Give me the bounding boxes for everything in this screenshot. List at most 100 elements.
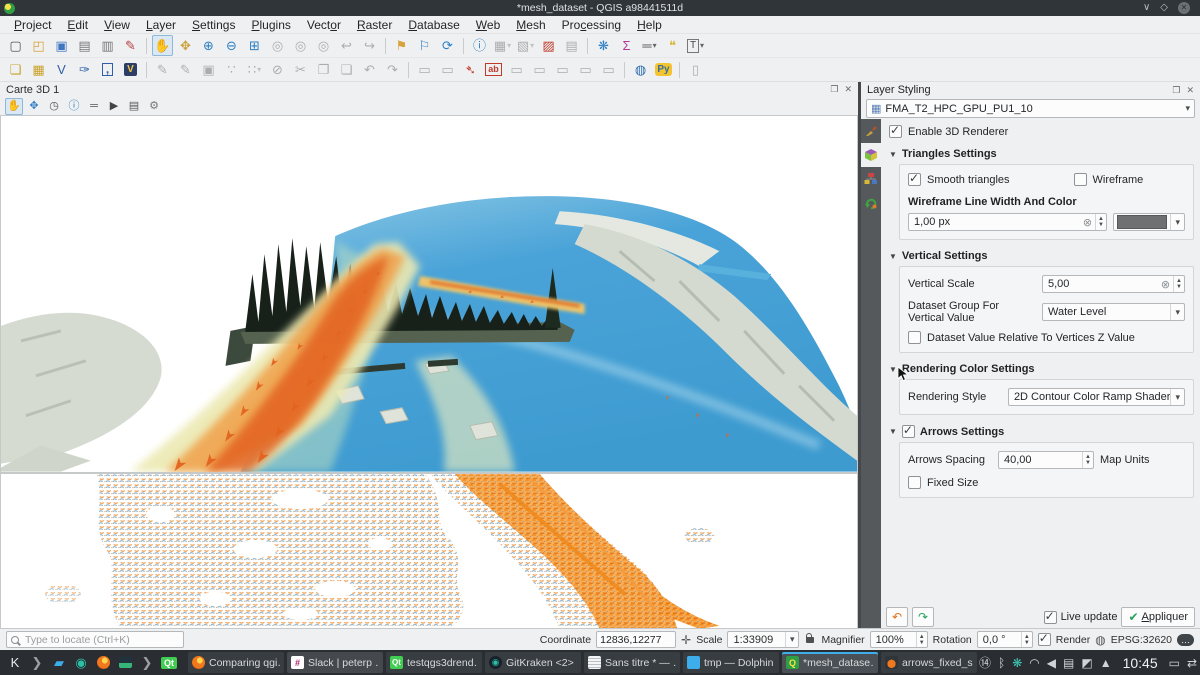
menu-web[interactable]: Web bbox=[468, 18, 508, 32]
pan-map-button[interactable]: ✋ bbox=[152, 35, 173, 56]
camera-control-button[interactable]: ✋ bbox=[5, 98, 23, 115]
apply-button[interactable]: ✔ Appliquer bbox=[1121, 607, 1195, 627]
2d-map-canvas[interactable] bbox=[0, 473, 858, 630]
identify-features-button[interactable]: ⓘ bbox=[469, 35, 490, 56]
magnifier-spinbox[interactable]: 100% ▲▼ bbox=[870, 631, 928, 648]
add-delimited-text-button[interactable]: , bbox=[97, 59, 118, 80]
vertical-settings-header[interactable]: ▼ Vertical Settings bbox=[889, 250, 1194, 262]
tray-wifi[interactable]: ◠ bbox=[1029, 656, 1039, 670]
qt-launcher[interactable]: Qt bbox=[158, 652, 180, 673]
panel-chevron-2[interactable]: ❯ bbox=[136, 652, 158, 673]
spin-buttons[interactable]: ▲▼ bbox=[1021, 632, 1032, 647]
task-slack[interactable]: #Slack | peterp … bbox=[287, 652, 383, 673]
measure-3d-button[interactable]: ═ bbox=[85, 98, 103, 115]
show-bookmarks-button[interactable]: ⚐ bbox=[414, 35, 435, 56]
text-annotation-button[interactable]: T▾ bbox=[685, 35, 706, 56]
menu-view[interactable]: View bbox=[96, 18, 138, 32]
kde-menu[interactable]: K bbox=[4, 652, 26, 673]
tray-color-picker[interactable]: ❋ bbox=[1012, 656, 1022, 670]
rendering-style-combo[interactable]: 2D Contour Color Ramp Shader ▾ bbox=[1008, 388, 1185, 406]
zoom-full-button[interactable]: ⊞ bbox=[244, 35, 265, 56]
menu-project[interactable]: Project bbox=[6, 18, 59, 32]
wireframe-checkbox[interactable] bbox=[1074, 173, 1087, 186]
undo-style-button[interactable]: ↶ bbox=[886, 607, 908, 627]
task-firefox[interactable]: Comparing qgi… bbox=[188, 652, 284, 673]
relative-z-checkbox[interactable] bbox=[908, 331, 921, 344]
tray-volume[interactable]: ◀ bbox=[1047, 656, 1056, 670]
extents-icon[interactable]: ✛ bbox=[681, 633, 691, 647]
close-panel-icon[interactable]: ✕ bbox=[844, 84, 852, 95]
locator-bar[interactable] bbox=[6, 631, 184, 648]
arrows-settings-header[interactable]: ▼ Arrows Settings bbox=[889, 425, 1194, 438]
spin-buttons[interactable]: ▲▼ bbox=[1173, 276, 1184, 292]
python-console-button[interactable]: Py bbox=[653, 59, 674, 80]
minimize-icon[interactable]: ∨ bbox=[1143, 2, 1150, 14]
project-new-button[interactable]: ▢ bbox=[5, 35, 26, 56]
menu-mesh[interactable]: Mesh bbox=[508, 18, 553, 32]
layout-manager-button[interactable]: ▥ bbox=[97, 35, 118, 56]
tab-history[interactable] bbox=[861, 191, 881, 215]
locate-input[interactable] bbox=[23, 633, 179, 647]
highlight-pinned-labels-button[interactable]: ➴ bbox=[460, 59, 481, 80]
layer-select-combo[interactable]: ▦ FMA_T2_HPC_GPU_PU1_10 ▾ bbox=[866, 99, 1195, 118]
chevron-down-icon[interactable]: ▾ bbox=[1170, 214, 1184, 230]
menu-layer[interactable]: Layer bbox=[138, 18, 184, 32]
menu-raster[interactable]: Raster bbox=[349, 18, 400, 32]
wireframe-width-spinbox[interactable]: 1,00 px ⊗ ▲▼ bbox=[908, 213, 1107, 231]
scale-combo[interactable]: 1:33909 ▾ bbox=[727, 631, 799, 648]
project-open-button[interactable]: ◰ bbox=[28, 35, 49, 56]
animation-button[interactable]: ◷ bbox=[45, 98, 63, 115]
system-monitor-launcher[interactable] bbox=[114, 652, 136, 673]
virtual-desktop-icon[interactable]: ▭ bbox=[1169, 656, 1180, 670]
float-panel-icon[interactable]: ❐ bbox=[830, 84, 838, 95]
tray-expand[interactable]: ▲ bbox=[1100, 656, 1112, 670]
refresh-map-button[interactable]: ⟳ bbox=[437, 35, 458, 56]
gitkraken-launcher[interactable]: ◉ bbox=[70, 652, 92, 673]
menu-vector[interactable]: Vector bbox=[299, 18, 349, 32]
arrows-settings-checkbox[interactable] bbox=[902, 425, 915, 438]
task-qtapp[interactable]: Qttestqgs3drend… bbox=[386, 652, 482, 673]
show-hidden-labels-button[interactable]: ab bbox=[483, 59, 504, 80]
spin-buttons[interactable]: ▲▼ bbox=[1095, 214, 1106, 230]
play-animation-button[interactable]: ▶ bbox=[105, 98, 123, 115]
messages-icon[interactable]: … bbox=[1177, 634, 1194, 646]
rotation-spinbox[interactable]: 0,0 ° ▲▼ bbox=[977, 631, 1033, 648]
tray-clipboard[interactable]: ▤ bbox=[1063, 656, 1074, 670]
spin-buttons[interactable]: ▲▼ bbox=[916, 632, 927, 647]
dataset-group-combo[interactable]: Water Level ▾ bbox=[1042, 303, 1185, 321]
statistical-summary-button[interactable]: Σ bbox=[616, 35, 637, 56]
3d-map-canvas[interactable] bbox=[0, 115, 858, 473]
menu-edit[interactable]: Edit bbox=[59, 18, 96, 32]
task-qgis[interactable]: Q*mesh_datase… bbox=[782, 652, 878, 673]
clear-icon[interactable]: ⊗ bbox=[1158, 278, 1173, 291]
configure-3d-button[interactable]: ⚙ bbox=[145, 98, 163, 115]
tab-3d-view[interactable] bbox=[861, 143, 881, 167]
wireframe-color-button[interactable]: ▾ bbox=[1113, 213, 1185, 231]
vertical-scale-spinbox[interactable]: 5,00 ⊗ ▲▼ bbox=[1042, 275, 1185, 293]
menu-database[interactable]: Database bbox=[400, 18, 467, 32]
fixed-size-checkbox[interactable] bbox=[908, 476, 921, 489]
tray-vault[interactable]: ◩ bbox=[1081, 656, 1092, 670]
datasource-manager-button[interactable]: ❏ bbox=[5, 59, 26, 80]
tray-bluetooth[interactable]: ᛒ bbox=[998, 656, 1005, 670]
clear-icon[interactable]: ⊗ bbox=[1080, 216, 1095, 229]
measure-button[interactable]: ═▾ bbox=[639, 35, 660, 56]
redo-style-button[interactable]: ↷ bbox=[912, 607, 934, 627]
spin-buttons[interactable]: ▲▼ bbox=[1082, 452, 1093, 468]
float-panel-icon[interactable]: ❐ bbox=[1172, 85, 1180, 96]
deselect-all-button[interactable]: ▨ bbox=[538, 35, 559, 56]
render-checkbox[interactable] bbox=[1038, 633, 1051, 646]
add-vector-tile-layer-button[interactable]: V bbox=[51, 59, 72, 80]
file-manager-launcher[interactable]: ▰ bbox=[48, 652, 70, 673]
style-manager-button[interactable]: ✎ bbox=[120, 35, 141, 56]
metasearch-button[interactable]: ◍ bbox=[630, 59, 651, 80]
arrows-spacing-spinbox[interactable]: 40,00 ▲▼ bbox=[998, 451, 1094, 469]
crs-status[interactable]: EPSG:32620 bbox=[1111, 634, 1172, 646]
smooth-triangles-checkbox[interactable] bbox=[908, 173, 921, 186]
lock-icon[interactable] bbox=[806, 637, 814, 643]
identify-3d-button[interactable]: ⓘ bbox=[65, 98, 83, 115]
maximize-icon[interactable]: ◇ bbox=[1160, 2, 1168, 14]
processing-toolbox-button[interactable]: ❋ bbox=[593, 35, 614, 56]
new-shapefile-layer-button[interactable]: ✑ bbox=[74, 59, 95, 80]
zoom-in-button[interactable]: ⊕ bbox=[198, 35, 219, 56]
